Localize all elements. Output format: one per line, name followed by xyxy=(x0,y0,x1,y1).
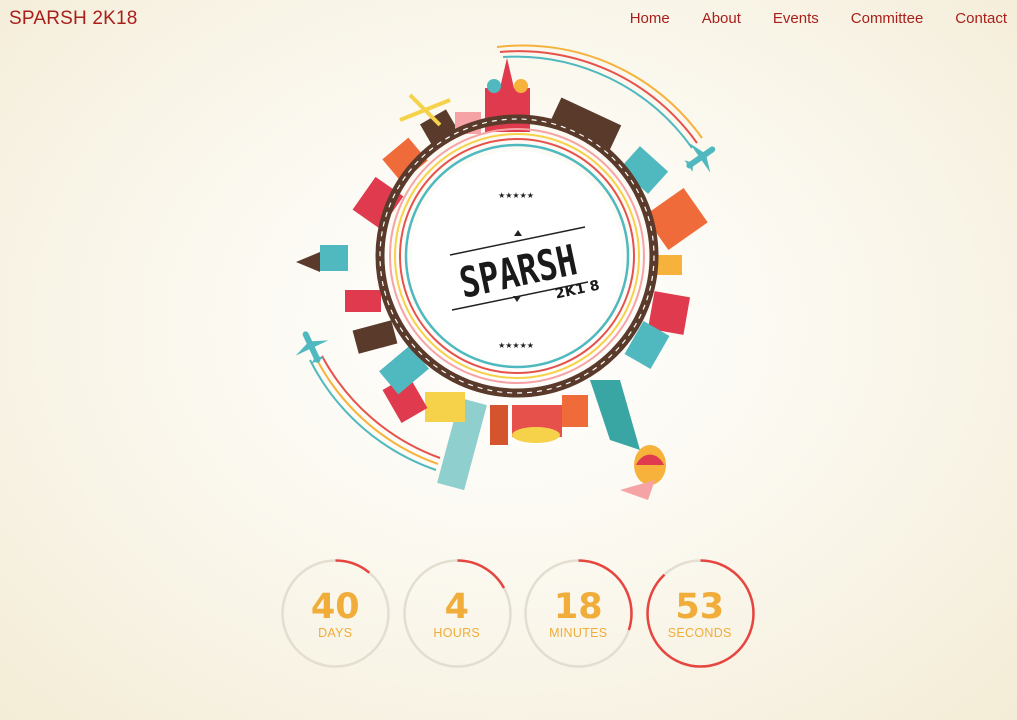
minutes-value: 18 xyxy=(553,587,603,627)
days-label: DAYS xyxy=(318,626,353,640)
countdown-hours: 4 HOURS xyxy=(402,558,513,669)
countdown-minutes: 18 MINUTES xyxy=(523,558,634,669)
hero-illustration: ★★★★★ SPARSH 2K1 8 ★★★★★ xyxy=(295,44,716,500)
hours-value: 4 xyxy=(444,587,469,627)
seconds-value: 53 xyxy=(675,587,725,627)
countdown-timer: 40 DAYS 4 HOURS 18 MINUTES 53 SECONDS xyxy=(280,558,755,670)
city-skyline-illustration: ★★★★★ SPARSH 2K1 8 ★★★★★ xyxy=(295,44,716,500)
countdown-days: 40 DAYS xyxy=(280,558,391,669)
logo-stars-bottom: ★★★★★ xyxy=(498,341,534,350)
days-value: 40 xyxy=(310,587,360,627)
logo-stars-top: ★★★★★ xyxy=(498,191,534,200)
countdown-seconds: 53 SECONDS xyxy=(645,558,756,669)
hours-label: HOURS xyxy=(433,626,481,640)
minutes-label: MINUTES xyxy=(549,626,608,640)
seconds-label: SECONDS xyxy=(667,626,732,640)
airplane-icon-top xyxy=(684,143,716,173)
